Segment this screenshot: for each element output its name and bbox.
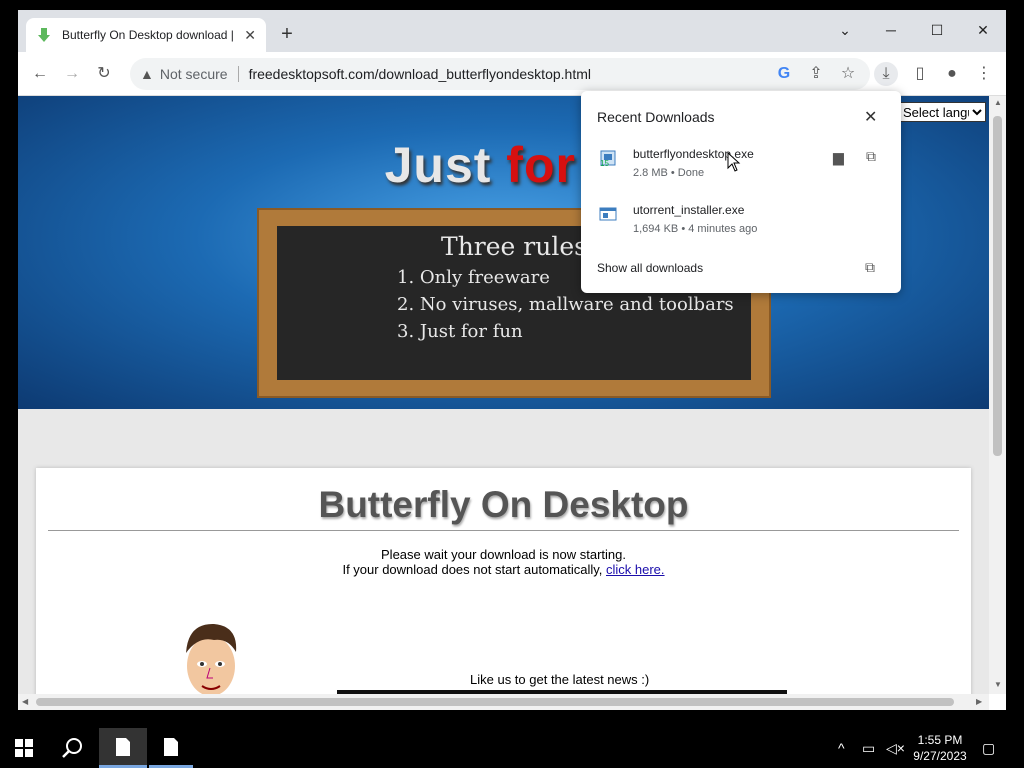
download-arrow-icon xyxy=(38,28,50,42)
horizontal-scroll-thumb[interactable] xyxy=(36,698,954,706)
rule-item: 3. Just for fun xyxy=(397,321,523,342)
close-window-button[interactable]: ✕ xyxy=(968,16,998,44)
installer-file-icon: 15 xyxy=(600,150,616,167)
tab-search-icon[interactable]: ⌄ xyxy=(830,16,860,44)
divider xyxy=(48,530,959,531)
windows-start-icon[interactable] xyxy=(0,728,48,768)
download-message: Please wait your download is now startin… xyxy=(36,547,971,577)
open-external-icon[interactable]: ⧉ xyxy=(865,259,875,276)
tab-title: Butterfly On Desktop download | F xyxy=(62,28,239,42)
page-title: Butterfly On Desktop xyxy=(318,484,689,525)
downloads-bubble: Recent Downloads ✕ 15 butterflyondesktop… xyxy=(581,91,901,293)
reload-icon[interactable]: ↻ xyxy=(92,62,116,86)
toolbar: ← → ↻ ▲ Not secure freedesktopsoft.com/d… xyxy=(18,52,1006,96)
banner-word-just: Just xyxy=(384,137,507,193)
clock-time: 1:55 PM xyxy=(917,733,963,747)
cartoon-avatar-icon xyxy=(186,623,237,694)
wait-text: Please wait your download is now startin… xyxy=(381,547,626,562)
downloads-header: Recent Downloads xyxy=(597,109,715,125)
system-clock[interactable]: 1:55 PM 9/27/2023 xyxy=(910,732,970,764)
volume-muted-icon[interactable]: ◁× xyxy=(886,740,905,757)
open-external-icon[interactable]: ⧉ xyxy=(866,148,876,165)
download-item[interactable]: utorrent_installer.exe 1,694 KB • 4 minu… xyxy=(581,195,901,247)
fallback-text: If your download does not start automati… xyxy=(342,562,603,577)
taskbar-app-file-icon[interactable] xyxy=(149,728,193,768)
side-panel-icon[interactable]: ▯ xyxy=(908,62,932,86)
language-select[interactable]: Select language xyxy=(898,102,986,122)
click-here-link[interactable]: click here. xyxy=(606,562,665,577)
horizontal-scrollbar[interactable]: ◀ ▶ xyxy=(18,694,989,710)
notification-icon[interactable]: ▢ xyxy=(982,740,995,757)
new-tab-button[interactable]: + xyxy=(276,24,298,46)
tab-close-icon[interactable]: ✕ xyxy=(244,27,256,44)
download-item[interactable]: 15 butterflyondesktop.exe 2.8 MB • Done … xyxy=(581,139,901,191)
fallback-line: If your download does not start automati… xyxy=(36,562,971,577)
scroll-up-icon[interactable]: ▲ xyxy=(994,98,1002,107)
scroll-right-icon[interactable]: ▶ xyxy=(976,697,982,706)
taskbar-app-file-icon[interactable] xyxy=(99,728,147,768)
like-us-text: Like us to get the latest news :) xyxy=(470,672,650,687)
folder-icon[interactable]: ▆ xyxy=(833,149,844,166)
banner-word-for: for xyxy=(506,137,576,193)
tab-strip: Butterfly On Desktop download | F ✕ + ⌄ … xyxy=(18,10,1006,52)
share-icon[interactable]: ⇪ xyxy=(804,62,828,86)
network-icon[interactable]: ▭ xyxy=(862,740,875,757)
minimize-button[interactable]: ─ xyxy=(876,16,906,44)
divider xyxy=(237,66,239,82)
scroll-left-icon[interactable]: ◀ xyxy=(22,697,28,706)
back-icon[interactable]: ← xyxy=(28,62,52,86)
tab-active[interactable]: Butterfly On Desktop download | F ✕ xyxy=(26,18,266,52)
clock-date: 9/27/2023 xyxy=(913,749,967,763)
search-icon[interactable] xyxy=(50,728,94,768)
show-all-downloads-link[interactable]: Show all downloads xyxy=(597,261,703,275)
profile-icon[interactable]: ● xyxy=(940,62,964,86)
warning-icon[interactable]: ▲ xyxy=(140,66,154,82)
download-meta: 1,694 KB • 4 minutes ago xyxy=(633,223,758,235)
download-filename[interactable]: utorrent_installer.exe xyxy=(633,203,744,217)
downloads-icon[interactable]: ⤓ xyxy=(874,62,898,86)
address-bar[interactable]: ▲ Not secure freedesktopsoft.com/downloa… xyxy=(130,58,870,90)
url-text[interactable]: freedesktopsoft.com/download_butterflyon… xyxy=(249,66,591,82)
menu-icon[interactable]: ⋮ xyxy=(972,62,996,86)
tray-chevron-icon[interactable]: ^ xyxy=(838,740,845,756)
svg-text:15: 15 xyxy=(600,159,609,167)
rule-item: 2. No viruses, mallware and toolbars xyxy=(397,294,734,315)
google-icon[interactable]: G xyxy=(772,62,796,86)
forward-icon[interactable]: → xyxy=(60,62,84,86)
download-meta: 2.8 MB • Done xyxy=(633,167,705,179)
download-card: Butterfly On Desktop Please wait your do… xyxy=(36,468,971,694)
mouse-cursor-icon xyxy=(727,152,741,172)
installer-file-icon xyxy=(599,207,617,221)
bookmark-star-icon[interactable]: ☆ xyxy=(836,62,860,86)
maximize-button[interactable]: ☐ xyxy=(922,16,952,44)
taskbar: ^ ▭ ◁× 1:55 PM 9/27/2023 ▢ xyxy=(0,728,1024,768)
not-secure-label[interactable]: Not secure xyxy=(160,66,228,82)
scroll-down-icon[interactable]: ▼ xyxy=(994,680,1002,689)
vertical-scrollbar[interactable]: ▲ ▼ xyxy=(989,96,1006,694)
close-icon[interactable]: ✕ xyxy=(864,107,877,127)
vertical-scroll-thumb[interactable] xyxy=(993,116,1002,456)
